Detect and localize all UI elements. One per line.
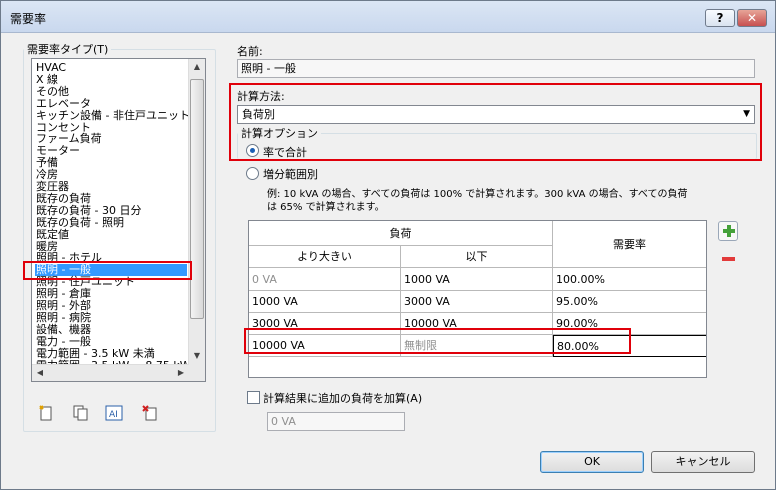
list-item[interactable]: キッチン設備 - 非住戸ユニット	[35, 109, 190, 122]
list-item[interactable]: 既定値	[35, 228, 69, 241]
scroll-down-arrow-icon[interactable]: ▼	[189, 348, 205, 364]
scroll-up-arrow-icon[interactable]: ▲	[189, 59, 205, 75]
calc-method-select[interactable]: 負荷別 ▼	[237, 105, 755, 124]
add-load-label: 計算結果に追加の負荷を加算(A)	[263, 392, 423, 405]
incremental-label: 増分範囲別	[263, 168, 318, 181]
add-row-icon[interactable]	[718, 221, 738, 241]
list-item[interactable]: 電力範囲 - 3.5 kW 未満	[35, 347, 155, 360]
scroll-right-arrow-icon[interactable]: ▶	[173, 365, 189, 381]
demand-factor-dialog: 需要率 ? ✕ 需要率タイプ(T) HVAC X 線その他 エレベータ キッチン設備 …	[0, 0, 776, 490]
list-item[interactable]: 既存の負荷 - 30 日分	[35, 204, 141, 217]
table-cell[interactable]: 3000 VA	[401, 291, 553, 313]
table-cell[interactable]: 1000 VA	[401, 268, 553, 291]
scroll-thumb[interactable]	[190, 79, 204, 319]
table-cell[interactable]: 0 VA	[249, 268, 401, 291]
help-button[interactable]: ?	[705, 9, 735, 27]
name-field[interactable]: 照明 - 一般	[237, 59, 755, 78]
example-text-line2: は 65% で計算されます。	[267, 202, 385, 213]
list-vertical-scrollbar[interactable]: ▲ ▼	[188, 59, 205, 381]
list-item[interactable]: その他	[35, 85, 69, 98]
less-equal-header: 以下	[401, 246, 553, 268]
list-item[interactable]: エレベータ	[35, 97, 91, 110]
demand-type-list[interactable]: HVAC X 線その他 エレベータ キッチン設備 - 非住戸ユニット コンセント ファーム…	[31, 58, 206, 382]
title-bar: 需要率 ? ✕	[1, 1, 775, 33]
table-cell[interactable]: 100.00%	[553, 268, 706, 291]
last-row-highlight	[244, 328, 631, 354]
add-load-checkbox[interactable]	[247, 391, 260, 404]
name-label: 名前:	[237, 45, 263, 58]
selected-type-highlight	[23, 261, 192, 280]
remove-row-icon[interactable]	[718, 249, 738, 269]
rename-icon[interactable]: AI	[105, 405, 123, 423]
list-item[interactable]: 電力 - 一般	[35, 335, 91, 348]
demand-factor-table: 負荷 需要率 より大きい 以下 0 VA 1000 VA 100.00% 100…	[248, 220, 707, 378]
ok-button[interactable]: OK	[540, 451, 644, 473]
duplicate-icon[interactable]	[71, 405, 89, 423]
list-horizontal-scrollbar[interactable]: ◀ ▶	[32, 364, 189, 381]
cancel-button[interactable]: キャンセル	[651, 451, 755, 473]
list-item[interactable]: 既存の負荷 - 照明	[35, 216, 124, 229]
new-icon[interactable]	[37, 405, 55, 423]
rate-sum-radio[interactable]	[246, 144, 259, 157]
incremental-radio[interactable]	[246, 167, 259, 180]
rate-sum-label: 率で合計	[263, 146, 307, 159]
list-item[interactable]: 設備、機器	[35, 323, 91, 336]
calc-options-legend: 計算オプション	[241, 127, 318, 140]
calc-options-group: 計算オプション	[237, 125, 757, 159]
dialog-title: 需要率	[10, 12, 47, 26]
demand-type-legend: 需要率タイプ(T)	[27, 43, 109, 56]
load-header: 負荷	[249, 221, 553, 246]
greater-than-header: より大きい	[249, 246, 401, 268]
svg-text:AI: AI	[109, 410, 118, 420]
close-button[interactable]: ✕	[737, 9, 767, 27]
chevron-down-icon: ▼	[743, 109, 750, 119]
table-cell[interactable]: 1000 VA	[249, 291, 401, 313]
add-load-field[interactable]: 0 VA	[267, 412, 405, 431]
delete-icon[interactable]	[141, 405, 159, 423]
calc-method-label: 計算方法:	[237, 90, 285, 103]
calc-method-value: 負荷別	[242, 108, 275, 121]
scroll-left-arrow-icon[interactable]: ◀	[32, 365, 48, 381]
rate-header: 需要率	[553, 221, 706, 268]
table-cell[interactable]: 95.00%	[553, 291, 706, 313]
